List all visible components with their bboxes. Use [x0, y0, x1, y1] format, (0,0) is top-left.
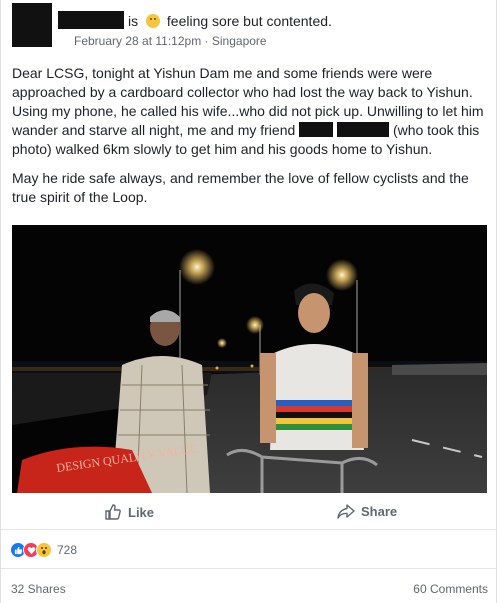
slightly-smiling-emoji-icon	[146, 14, 161, 28]
post-date[interactable]: February 28 at 11:12pm	[74, 34, 201, 48]
feeling-text: feeling sore but contented.	[166, 13, 332, 29]
post-paragraph-2: May he ride safe always, and remember th…	[12, 170, 469, 205]
post-meta: February 28 at 11:12pm · Singapore	[74, 34, 267, 48]
wow-reaction-icon	[36, 542, 52, 558]
share-button[interactable]: Share	[337, 503, 397, 519]
post-actions: Like Share	[1, 496, 497, 530]
night-bridge-photo: DESIGN QUALITY VALUE	[12, 225, 487, 493]
friend-name-redacted-2	[337, 122, 390, 137]
status-prefix: is	[128, 13, 139, 29]
reactions-summary[interactable]: 728	[10, 540, 77, 560]
post-location[interactable]: Singapore	[212, 34, 267, 48]
like-button[interactable]: Like	[104, 503, 154, 521]
like-label: Like	[128, 504, 155, 520]
meta-separator: ·	[204, 34, 209, 48]
reaction-count: 728	[57, 543, 78, 557]
share-label: Share	[361, 503, 398, 519]
facebook-post: is feeling sore but contented. February …	[0, 0, 497, 603]
post-footer: 32 Shares 60 Comments	[1, 568, 497, 603]
post-body: Dear LCSG, tonight at Yishun Dam me and …	[12, 64, 490, 217]
friend-name-redacted	[299, 122, 334, 137]
status-line: is feeling sore but contented.	[128, 13, 332, 29]
shares-count-link[interactable]: 32 Shares	[11, 582, 66, 596]
post-paragraph-1: Dear LCSG, tonight at Yishun Dam me and …	[12, 64, 490, 159]
post-photo[interactable]: DESIGN QUALITY VALUE	[12, 225, 487, 493]
thumbs-up-icon	[105, 504, 121, 520]
avatar-redacted[interactable]	[12, 3, 52, 47]
post-header: is feeling sore but contented. February …	[12, 3, 492, 48]
share-arrow-icon	[337, 504, 355, 519]
author-name-redacted[interactable]	[58, 11, 124, 29]
comments-count-link[interactable]: 60 Comments	[413, 582, 488, 596]
